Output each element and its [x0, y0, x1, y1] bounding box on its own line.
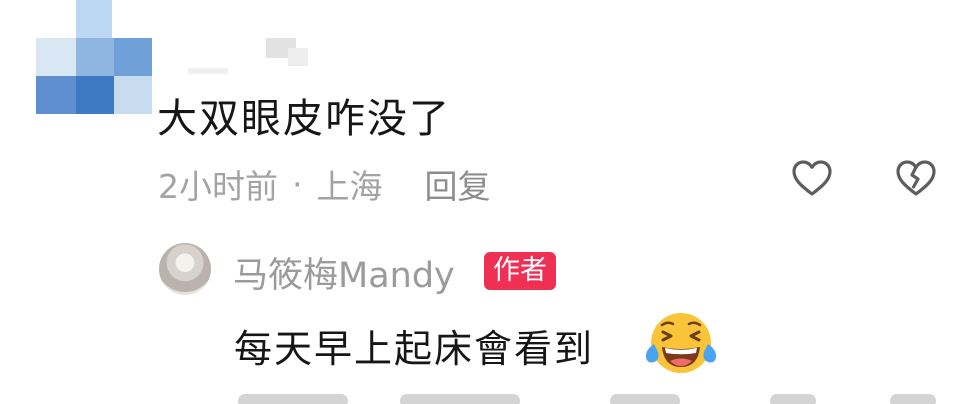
reply-author-name[interactable]: 马筱梅Mandy [233, 247, 455, 298]
commenter-name-blurred[interactable] [188, 38, 320, 78]
avatar-mosaic-tile [114, 76, 152, 114]
laughing-crying-face-icon [645, 313, 717, 373]
reply-button[interactable]: 回复 [425, 160, 491, 208]
commenter-avatar[interactable] [36, 0, 156, 116]
avatar-mosaic-tile [76, 0, 112, 40]
comment-time: 2小时前 [158, 167, 278, 206]
comment-thread: 大双眼皮咋没了 2小时前 · 上海 回复 马筱梅Mandy 作者 每天早上起床會看到 [0, 0, 960, 404]
avatar-mosaic-tile [76, 38, 114, 76]
partial-text-fragment [400, 394, 520, 404]
reply-meta-partial [230, 390, 950, 404]
heart-outline-icon [792, 160, 832, 196]
avatar-mosaic-tile [36, 38, 76, 76]
author-avatar[interactable] [159, 243, 211, 295]
comment-location: 上海 [316, 167, 383, 206]
name-mosaic-block [288, 48, 308, 66]
partial-text-fragment [890, 394, 936, 404]
comment-text: 大双眼皮咋没了 [157, 96, 451, 142]
broken-heart-icon [896, 160, 936, 196]
dislike-button[interactable] [894, 157, 938, 201]
comment-meta: 2小时前 · 上海 回复 [158, 160, 491, 208]
partial-text-fragment [238, 394, 348, 404]
like-button[interactable] [790, 157, 834, 201]
meta-separator: · [292, 164, 303, 204]
avatar-mosaic-tile [36, 76, 76, 114]
partial-text-fragment [770, 394, 816, 404]
avatar-mosaic-tile [76, 76, 114, 114]
avatar-mosaic-tile [114, 38, 152, 76]
author-badge: 作者 [484, 252, 556, 290]
partial-text-fragment [610, 394, 680, 404]
reply-text: 每天早上起床會看到 [234, 327, 595, 371]
name-mosaic-block [188, 68, 228, 74]
